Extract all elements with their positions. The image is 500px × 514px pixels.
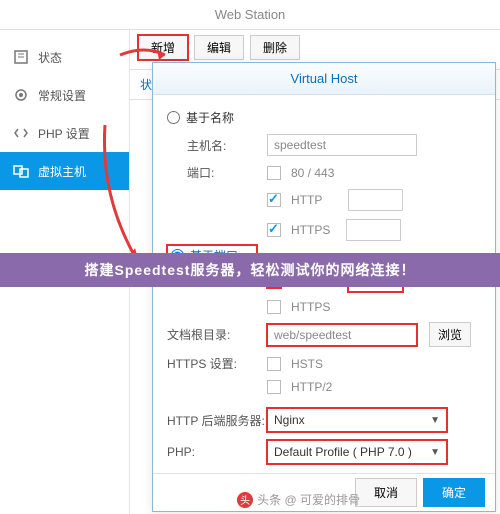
delete-button[interactable]: 删除 [250, 35, 300, 60]
http2-label: HTTP/2 [291, 380, 332, 394]
https-port-checkbox[interactable] [267, 300, 281, 314]
host-label: 主机名: [167, 137, 267, 154]
https-label: HTTPS [291, 223, 330, 237]
overlay-banner: 搭建Speedtest服务器，轻松测试你的网络连接！ [0, 253, 500, 287]
dialog-title: Virtual Host [153, 63, 495, 95]
backend-value: Nginx [274, 413, 305, 427]
https-port-input[interactable] [346, 219, 401, 241]
sidebar-item-php[interactable]: PHP 设置 [0, 114, 129, 152]
https-checkbox[interactable] [267, 223, 281, 237]
http-checkbox[interactable] [267, 193, 281, 207]
port-label: 端口: [167, 164, 267, 181]
sidebar-item-label: 常规设置 [38, 87, 86, 104]
radio-name-input[interactable] [167, 111, 180, 124]
cancel-button[interactable]: 取消 [355, 478, 417, 507]
php-select[interactable]: Default Profile ( PHP 7.0 ) ▼ [267, 440, 447, 464]
add-button[interactable]: 新增 [138, 35, 188, 60]
port-static: 80 / 443 [287, 166, 334, 180]
edit-button[interactable]: 编辑 [194, 35, 244, 60]
radio-name-based[interactable]: 基于名称 [167, 105, 481, 130]
sidebar-item-general[interactable]: 常规设置 [0, 76, 129, 114]
watermark: 头 头条 @ 可爱的排骨 [237, 491, 360, 508]
https-setting-label: HTTPS 设置: [167, 355, 267, 372]
radio-name-label: 基于名称 [186, 109, 234, 126]
virtual-host-dialog: Virtual Host 基于名称 主机名: 端口: 80 / 443 HTTP… [152, 62, 496, 512]
docroot-label: 文档根目录: [167, 326, 267, 343]
hsts-label: HSTS [291, 357, 323, 371]
chevron-down-icon: ▼ [430, 447, 440, 458]
sidebar-item-label: 虚拟主机 [38, 163, 86, 180]
http-port-input[interactable] [348, 189, 403, 211]
https-label2: HTTPS [291, 300, 330, 314]
browse-button[interactable]: 浏览 [429, 322, 471, 347]
host-input[interactable] [267, 134, 417, 156]
hsts-checkbox[interactable] [267, 357, 281, 371]
vhost-icon [12, 162, 30, 180]
http-label: HTTP [291, 193, 322, 207]
docroot-input[interactable] [267, 324, 417, 346]
php-value: Default Profile ( PHP 7.0 ) [274, 445, 412, 459]
sidebar-item-label: 状态 [38, 49, 62, 66]
php-label: PHP: [167, 445, 267, 459]
code-icon [12, 124, 30, 142]
backend-label: HTTP 后端服务器: [167, 412, 267, 429]
backend-select[interactable]: Nginx ▼ [267, 408, 447, 432]
sidebar-item-label: PHP 设置 [38, 125, 90, 142]
chevron-down-icon: ▼ [430, 415, 440, 426]
status-icon [12, 48, 30, 66]
port-default-checkbox[interactable] [267, 166, 281, 180]
toolbar: 新增 编辑 删除 [130, 30, 500, 65]
toutiao-icon: 头 [237, 492, 253, 508]
sidebar-item-virtualhost[interactable]: 虚拟主机 [0, 152, 129, 190]
ok-button[interactable]: 确定 [423, 478, 485, 507]
sidebar-item-status[interactable]: 状态 [0, 38, 129, 76]
app-title: Web Station [0, 0, 500, 30]
watermark-text: 头条 @ 可爱的排骨 [257, 491, 360, 508]
gear-icon [12, 86, 30, 104]
http2-checkbox[interactable] [267, 380, 281, 394]
